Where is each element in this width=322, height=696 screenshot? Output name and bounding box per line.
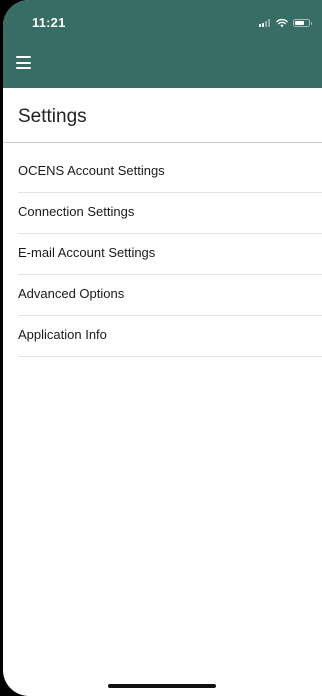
home-indicator[interactable] — [108, 684, 216, 688]
settings-item-application-info[interactable]: Application Info — [18, 316, 322, 357]
app-header: 11:21 — [3, 0, 322, 88]
settings-item-advanced-options[interactable]: Advanced Options — [18, 275, 322, 316]
settings-item-email-account[interactable]: E-mail Account Settings — [18, 234, 322, 275]
page-title: Settings — [18, 106, 87, 127]
status-bar: 11:21 — [3, 0, 322, 44]
settings-item-ocens-account[interactable]: OCENS Account Settings — [18, 152, 322, 193]
title-divider — [3, 142, 322, 143]
battery-icon — [293, 19, 312, 27]
hamburger-menu-icon[interactable] — [16, 56, 31, 69]
status-icons — [259, 17, 312, 29]
status-time: 11:21 — [32, 15, 66, 30]
phone-frame: 11:21 Settings OCENS Account Settings Co… — [0, 0, 322, 696]
settings-list: OCENS Account Settings Connection Settin… — [18, 152, 322, 357]
cellular-signal-icon — [259, 19, 271, 27]
wifi-icon — [276, 18, 288, 28]
settings-item-connection[interactable]: Connection Settings — [18, 193, 322, 234]
app-screen: 11:21 Settings OCENS Account Settings Co… — [3, 0, 322, 696]
